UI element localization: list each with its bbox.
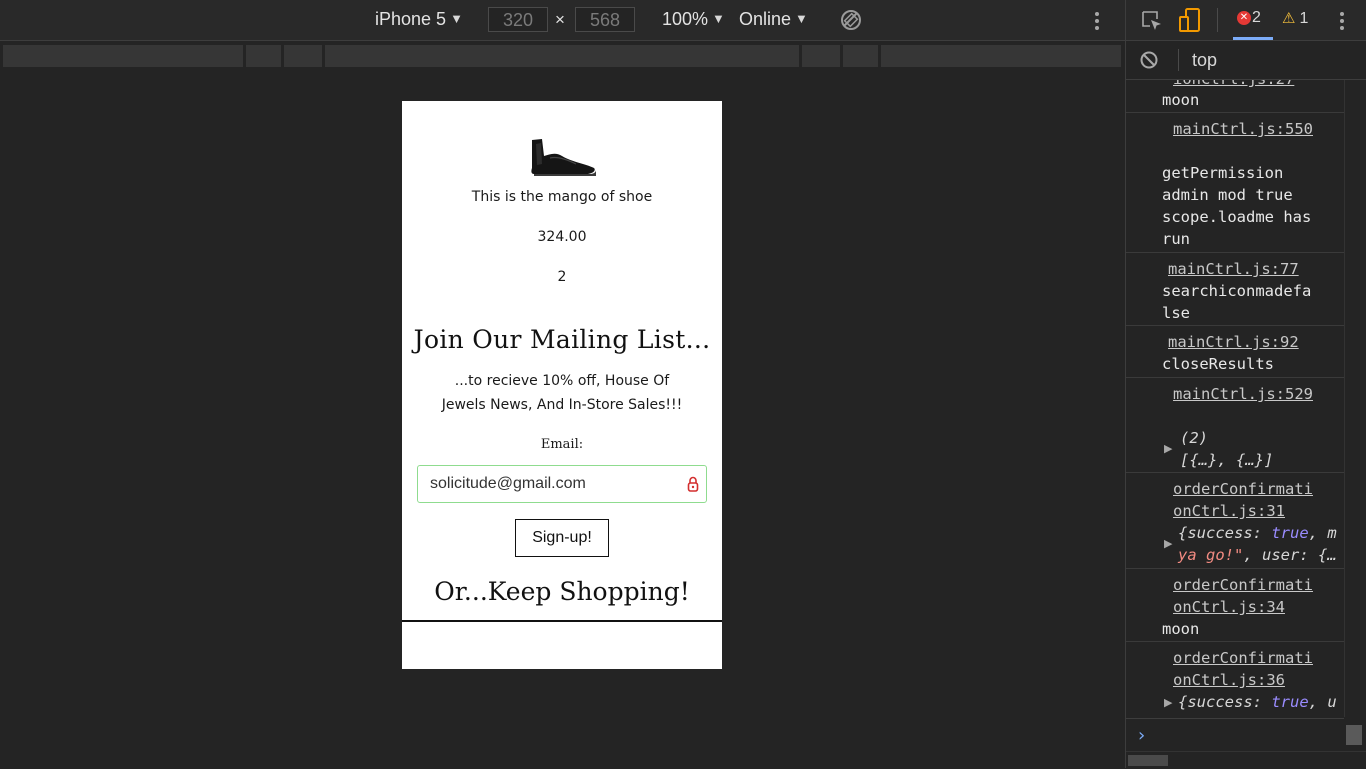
devtools-toolbar: ✕ 2 ⚠ 1 [1126,0,1366,41]
media-query-segment[interactable] [284,45,322,67]
console-message: orderConfirmationCtrl.js:31 ▶ {success: … [1126,473,1344,569]
error-count-badge[interactable]: ✕ 2 [1237,9,1261,31]
throttling-value: Online [739,9,792,29]
media-query-segment[interactable] [325,45,799,67]
object-preview-line: ya go!", user: {… [1178,544,1337,566]
signup-button[interactable]: Sign-up! [515,519,609,557]
email-field[interactable] [417,465,707,503]
source-link[interactable]: mainCtrl.js:529 [1173,383,1313,405]
message-text: moon [1162,620,1200,638]
rotate-icon[interactable] [840,9,862,31]
email-label: Email: [540,437,584,452]
device-select[interactable]: iPhone 5 ▼ [375,9,463,30]
toolbar-separator [1178,49,1179,71]
object-preview[interactable]: {success: true, m [1178,522,1337,544]
source-link[interactable]: orderConfirmationCtrl.js:36 [1173,647,1313,691]
warning-count: 1 [1299,10,1309,27]
object-key: {success: [1178,693,1272,711]
expand-arrow-icon[interactable]: ▶ [1164,696,1172,709]
width-input[interactable]: 320 [488,7,548,32]
clear-console-icon[interactable] [1140,51,1158,69]
console-scrollbar[interactable] [1344,80,1366,717]
source-link[interactable]: mainCtrl.js:92 [1168,331,1299,353]
warning-icon: ⚠ [1282,10,1296,27]
times-symbol: × [555,10,565,29]
object-key: , user: {… [1243,546,1337,564]
object-value: true [1271,524,1309,542]
console-message: ionCtrl.js:27 moon [1126,80,1344,113]
source-link[interactable]: orderConfirmationCtrl.js:31 [1173,478,1313,522]
media-query-segment[interactable] [246,45,281,67]
object-preview[interactable]: {success: true, u [1178,691,1337,713]
source-link[interactable]: mainCtrl.js:550 [1173,118,1313,140]
error-count: 2 [1252,9,1261,26]
console-message: mainCtrl.js:92 closeResults [1126,326,1344,378]
product-description: This is the mango of shoe [471,189,653,205]
context-selector[interactable]: top [1192,50,1217,71]
message-text: moon [1162,91,1200,109]
keep-shopping-heading[interactable]: Or...Keep Shopping! [402,577,722,606]
chevron-down-icon: ▼ [795,11,808,26]
zoom-value: 100% [662,9,709,29]
product-quantity: 2 [557,269,567,285]
chevron-down-icon: ▼ [450,11,463,26]
toolbar-separator [1217,8,1218,32]
device-icon[interactable] [1179,8,1201,34]
divider [402,620,722,622]
scrollbar-thumb[interactable] [1128,755,1168,766]
object-string: ya go!" [1178,546,1244,564]
mailing-list-subtext: ...to recieve 10% off, House Of Jewels N… [441,373,683,413]
warning-count-badge[interactable]: ⚠ 1 [1282,9,1308,28]
console-message: orderConfirmationCtrl.js:34 moon [1126,569,1344,642]
inspect-icon[interactable] [1141,10,1163,32]
array-count: (2) [1180,429,1208,447]
expand-arrow-icon[interactable]: ▶ [1164,537,1172,550]
shoe-image [531,139,596,176]
source-link[interactable]: orderConfirmationCtrl.js:34 [1173,574,1313,618]
media-query-segment[interactable] [802,45,840,67]
expand-arrow-icon[interactable]: ▶ [1164,442,1172,455]
prompt-icon: › [1138,725,1146,746]
mailing-list-heading: Join Our Mailing List... [413,325,711,354]
chevron-down-icon: ▼ [712,11,725,26]
scrollbar-thumb[interactable] [1346,725,1362,745]
console-message: mainCtrl.js:529 ▶ (2) [{…}, {…}] [1126,378,1344,473]
message-text: closeResults [1162,355,1274,373]
devtools-panel: ✕2 ⚠1 top ionCtrl.js:27 moon mainCtrl.js… [1125,0,1366,769]
media-query-segment[interactable] [3,45,243,67]
height-input[interactable]: 568 [575,7,635,32]
zoom-select[interactable]: 100% ▼ [662,9,725,30]
message-text: getPermission admin mod true scope.loadm… [1162,164,1312,248]
console-input[interactable]: › [1126,718,1344,751]
horizontal-scrollbar[interactable] [1126,751,1366,769]
throttling-select[interactable]: Online ▼ [739,9,808,30]
object-key: , u [1308,693,1337,711]
object-value: true [1271,693,1309,711]
device-name: iPhone 5 [375,9,447,29]
password-manager-icon[interactable] [687,476,699,492]
console-message: orderConfirmationCtrl.js:36 ▶ {success: … [1126,642,1344,717]
message-text: searchiconmadefalse [1162,282,1312,322]
more-icon[interactable] [1095,12,1099,33]
console-message: mainCtrl.js:550 getPermission admin mod … [1126,113,1344,253]
product-price: 324.00 [537,229,587,245]
device-toolbar: iPhone 5 ▼ 320 × 568 100% ▼ Online ▼ [0,0,1125,41]
object-key: {success: [1178,524,1272,542]
console-toolbar: top [1126,41,1366,80]
active-tab-indicator [1233,37,1273,40]
source-link[interactable]: mainCtrl.js:77 [1168,258,1299,280]
console-messages: ionCtrl.js:27 moon mainCtrl.js:550 getPe… [1126,80,1344,717]
media-query-segment[interactable] [843,45,878,67]
error-icon: ✕ [1237,10,1251,25]
array-preview[interactable]: [{…}, {…}] [1180,449,1273,471]
device-viewport: This is the mango of shoe 324.00 2 Join … [402,101,722,669]
media-query-bar [0,41,1125,69]
console-message: mainCtrl.js:77 searchiconmadefalse [1126,253,1344,326]
media-query-segment[interactable] [881,45,1121,67]
object-key: , m [1308,524,1337,542]
more-icon[interactable] [1340,12,1344,33]
